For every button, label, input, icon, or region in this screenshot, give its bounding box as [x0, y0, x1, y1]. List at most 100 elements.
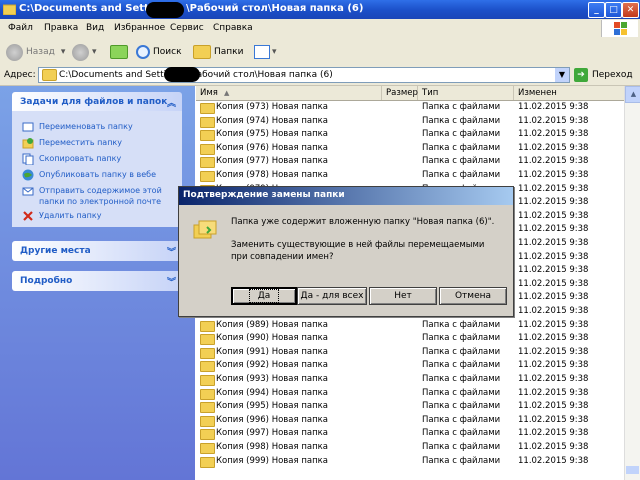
table-row[interactable]: Копия (995) Новая папка Папка с файлами 11…	[196, 400, 624, 414]
row-name: Копия (975) Новая папка	[216, 129, 328, 140]
table-row[interactable]: Копия (996) Новая папка Папка с файлами 11…	[196, 414, 624, 428]
forward-button[interactable]: ▾	[72, 42, 97, 62]
row-modified: 11.02.2015 9:38	[518, 278, 589, 289]
menu-help[interactable]: Справка	[213, 23, 253, 33]
collapse-icon[interactable]: ︽	[167, 96, 176, 109]
table-row[interactable]: Копия (978) Новая папка Папка с файлами 11…	[196, 169, 624, 183]
folders-button[interactable]: Папки	[193, 42, 243, 62]
task-move[interactable]: Переместить папку	[22, 137, 122, 149]
table-row[interactable]: Копия (993) Новая папка Папка с файлами 11…	[196, 373, 624, 387]
search-label: Поиск	[153, 47, 182, 57]
windows-logo-icon	[601, 20, 638, 37]
table-row[interactable]: Копия (990) Новая папка Папка с файлами 11…	[196, 332, 624, 346]
row-modified: 11.02.2015 9:38	[518, 442, 589, 452]
yes-to-all-button[interactable]: Да - для всех	[297, 287, 367, 305]
row-modified: 11.02.2015 9:38	[518, 197, 589, 208]
back-button[interactable]: Назад ▾	[6, 42, 65, 62]
folder-icon	[200, 116, 215, 128]
row-type: Папка с файлами	[422, 401, 501, 412]
table-row[interactable]: Копия (999) Новая папка Папка с файлами 11…	[196, 455, 624, 469]
folder-icon	[200, 415, 215, 427]
task-copy[interactable]: Скопировать папку	[22, 153, 121, 165]
folder-icon	[200, 334, 215, 346]
redacted-username	[164, 67, 200, 82]
row-type: Папка с файлами	[422, 387, 501, 398]
row-modified: 11.02.2015 9:38	[518, 224, 589, 235]
row-modified: 11.02.2015 9:38	[518, 306, 589, 316]
row-modified: 11.02.2015 9:38	[518, 428, 589, 439]
vertical-scrollbar[interactable]: ▲ ▼	[624, 86, 640, 480]
task-publish[interactable]: Опубликовать папку в вебе	[22, 169, 156, 181]
other-places-title: Другие места	[20, 246, 91, 256]
column-type[interactable]: Тип	[418, 86, 514, 100]
tasks-panel-header[interactable]: Задачи для файлов и папок ︽	[12, 92, 182, 112]
column-modified[interactable]: Изменен	[514, 86, 624, 100]
folder-icon	[200, 361, 215, 373]
row-name: Копия (977) Новая папка	[216, 156, 328, 167]
table-row[interactable]: Копия (991) Новая папка Папка с файлами 11…	[196, 346, 624, 360]
table-row[interactable]: Копия (976) Новая папка Папка с файлами 11…	[196, 142, 624, 156]
row-type: Папка с файлами	[422, 442, 501, 452]
folder-icon	[200, 320, 215, 332]
globe-icon	[22, 169, 34, 181]
column-size[interactable]: Размер	[382, 86, 418, 100]
back-arrow-icon	[6, 43, 23, 61]
table-row[interactable]: Копия (973) Новая папка Папка с файлами 11…	[196, 101, 624, 115]
row-type: Папка с файлами	[422, 115, 501, 126]
task-rename[interactable]: Переименовать папку	[22, 121, 133, 133]
column-size-label: Размер	[386, 88, 418, 98]
maximize-button[interactable]: □	[605, 2, 622, 18]
scroll-thumb[interactable]	[626, 466, 639, 474]
address-input[interactable]: C:\Documents and Settings\ \Рабочий стол…	[38, 67, 570, 83]
no-button[interactable]: Нет	[369, 287, 437, 305]
row-modified: 11.02.2015 9:38	[518, 455, 589, 466]
minimize-button[interactable]: _	[588, 2, 605, 18]
menu-file[interactable]: Файл	[8, 23, 33, 33]
menu-edit[interactable]: Правка	[44, 23, 78, 33]
table-row[interactable]: Копия (997) Новая папка Папка с файлами 11…	[196, 427, 624, 441]
table-row[interactable]: Копия (974) Новая папка Папка с файлами 11…	[196, 115, 624, 129]
table-row[interactable]: Копия (992) Новая папка Папка с файлами 11…	[196, 359, 624, 373]
task-email[interactable]: Отправить содержимое этой папки по элект…	[22, 185, 172, 207]
cancel-button[interactable]: Отмена	[439, 287, 507, 305]
dialog-title-bar[interactable]: Подтверждение замены папки	[179, 187, 513, 205]
address-bar: Адрес: C:\Documents and Settings\ \Рабоч…	[0, 65, 640, 86]
details-header[interactable]: Подробно ︾	[12, 271, 182, 291]
close-button[interactable]: ✕	[622, 2, 639, 18]
menu-tools[interactable]: Сервис	[170, 23, 204, 33]
table-row[interactable]: Копия (998) Новая папка Папка с файлами 11…	[196, 441, 624, 455]
expand-icon[interactable]: ︾	[167, 245, 176, 258]
table-row[interactable]: Копия (975) Новая папка Папка с файлами 11…	[196, 128, 624, 142]
task-delete[interactable]: Удалить папку	[22, 210, 101, 222]
rename-icon	[22, 122, 34, 132]
scroll-up-button[interactable]: ▲	[625, 86, 640, 103]
column-name[interactable]: Имя ▲	[196, 86, 382, 100]
address-dropdown-button[interactable]: ▼	[555, 68, 569, 82]
row-modified: 11.02.2015 9:38	[518, 142, 589, 153]
search-button[interactable]: Поиск	[136, 42, 182, 62]
folder-replace-icon	[193, 220, 217, 239]
up-folder-button[interactable]	[110, 42, 131, 62]
row-name: Копия (989) Новая папка	[216, 319, 328, 330]
views-button[interactable]: ▾	[254, 42, 277, 62]
row-name: Копия (996) Новая папка	[216, 414, 328, 425]
row-type: Папка с файлами	[422, 360, 501, 371]
folder-icon	[200, 443, 215, 454]
title-bar[interactable]: C:\Documents and Settings\ \Рабочий стол…	[0, 0, 640, 19]
row-modified: 11.02.2015 9:38	[518, 210, 589, 221]
row-modified: 11.02.2015 9:38	[518, 333, 589, 344]
row-name: Копия (995) Новая папка	[216, 401, 328, 412]
table-row[interactable]: Копия (977) Новая папка Папка с файлами 11…	[196, 155, 624, 169]
expand-icon[interactable]: ︾	[167, 275, 176, 288]
table-row[interactable]: Копия (994) Новая папка Папка с файлами 11…	[196, 387, 624, 401]
go-button[interactable]: ➔ Переход	[574, 67, 633, 83]
row-modified: 11.02.2015 9:38	[518, 414, 589, 425]
other-places-header[interactable]: Другие места ︾	[12, 241, 182, 261]
yes-button[interactable]: Да	[231, 287, 297, 305]
menu-view[interactable]: Вид	[86, 23, 104, 33]
table-row[interactable]: Копия (989) Новая папка Папка с файлами 11…	[196, 319, 624, 333]
row-modified: 11.02.2015 9:38	[518, 115, 589, 126]
row-modified: 11.02.2015 9:38	[518, 265, 589, 276]
row-type: Папка с файлами	[422, 428, 501, 439]
menu-favorites[interactable]: Избранное	[114, 23, 165, 33]
